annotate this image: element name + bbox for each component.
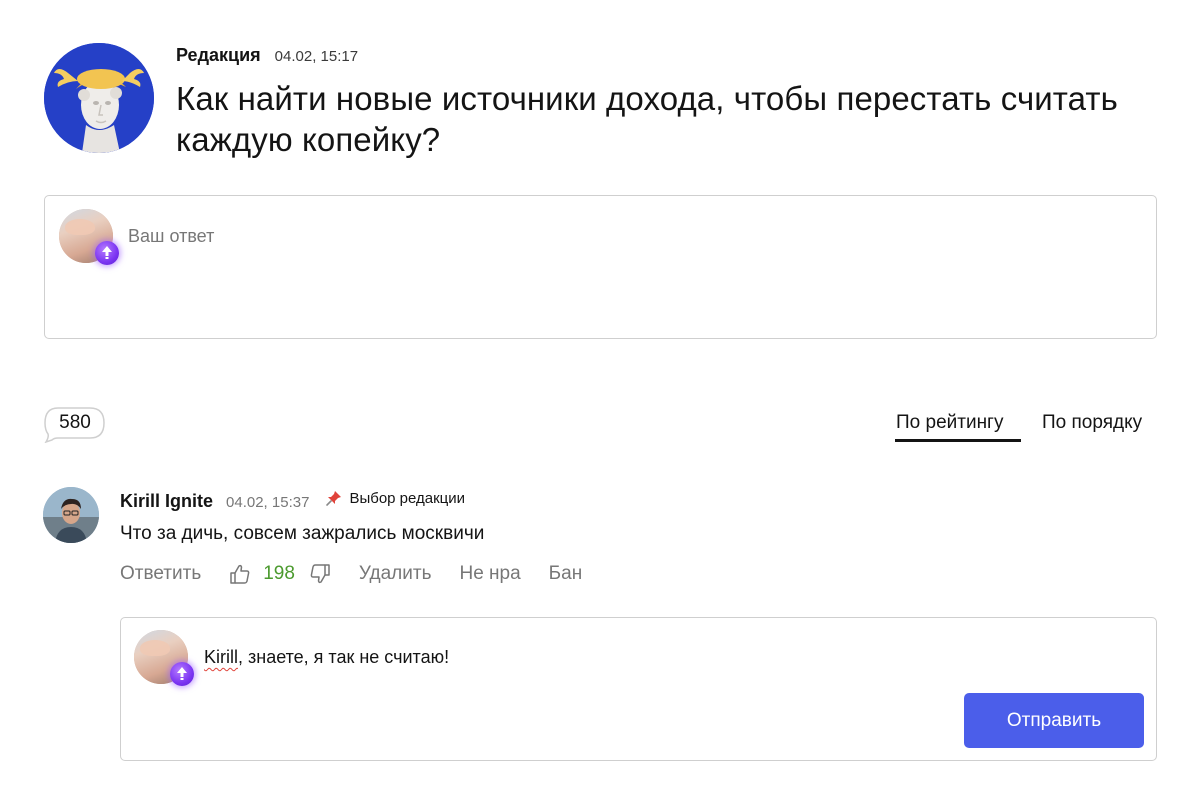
send-button[interactable]: Отправить (964, 693, 1144, 748)
reply-body: , знаете, я так не считаю! (238, 647, 450, 667)
comments-count: 580 (59, 412, 91, 433)
reply-input-box[interactable]: Kirill, знаете, я так не считаю! Отправи… (120, 617, 1157, 761)
comment-text: Что за дичь, совсем зажрались москвичи (120, 523, 485, 544)
active-tab-underline (895, 439, 1021, 442)
ban-button[interactable]: Бан (549, 563, 583, 585)
sort-by-order-tab[interactable]: По порядку (1042, 412, 1142, 434)
question-meta: Редакция 04.02, 15:17 (176, 45, 358, 66)
answer-placeholder[interactable]: Ваш ответ (128, 226, 214, 247)
boost-badge-icon (95, 241, 119, 265)
user-avatar (134, 630, 194, 686)
reply-mention: Kirill (204, 647, 238, 667)
thumbs-down-icon[interactable] (309, 563, 331, 585)
comment-header: Kirill Ignite 04.02, 15:37 Выбор редакци… (120, 489, 465, 512)
boost-badge-icon (170, 662, 194, 686)
hermes-statue-avatar[interactable] (44, 43, 154, 153)
comment-author[interactable]: Kirill Ignite (120, 491, 213, 512)
comments-count-badge: 580 (44, 407, 106, 443)
editor-pick-badge: Выбор редакции (325, 489, 465, 507)
comment-date[interactable]: 04.02, 15:37 (226, 494, 309, 511)
question-author[interactable]: Редакция (176, 45, 261, 66)
question-date: 04.02, 15:17 (274, 48, 359, 65)
editor-pick-label: Выбор редакции (349, 489, 466, 507)
delete-button[interactable]: Удалить (359, 563, 432, 585)
reply-button[interactable]: Ответить (120, 563, 201, 585)
comment-actions: Ответить 198 Удалить Не нра Бан (120, 563, 582, 585)
pushpin-icon (325, 489, 343, 507)
sort-by-rating-tab[interactable]: По рейтингу (896, 412, 1004, 434)
dislike-button[interactable]: Не нра (459, 563, 520, 585)
reply-text[interactable]: Kirill, знаете, я так не считаю! (204, 647, 449, 668)
likes-count: 198 (263, 563, 295, 584)
user-avatar (59, 209, 119, 265)
answer-input-box[interactable]: Ваш ответ (44, 195, 1157, 339)
thumbs-up-icon[interactable] (229, 563, 251, 585)
commenter-avatar[interactable] (43, 487, 99, 543)
question-title: Как найти новые источники дохода, чтобы … (176, 80, 1118, 158)
